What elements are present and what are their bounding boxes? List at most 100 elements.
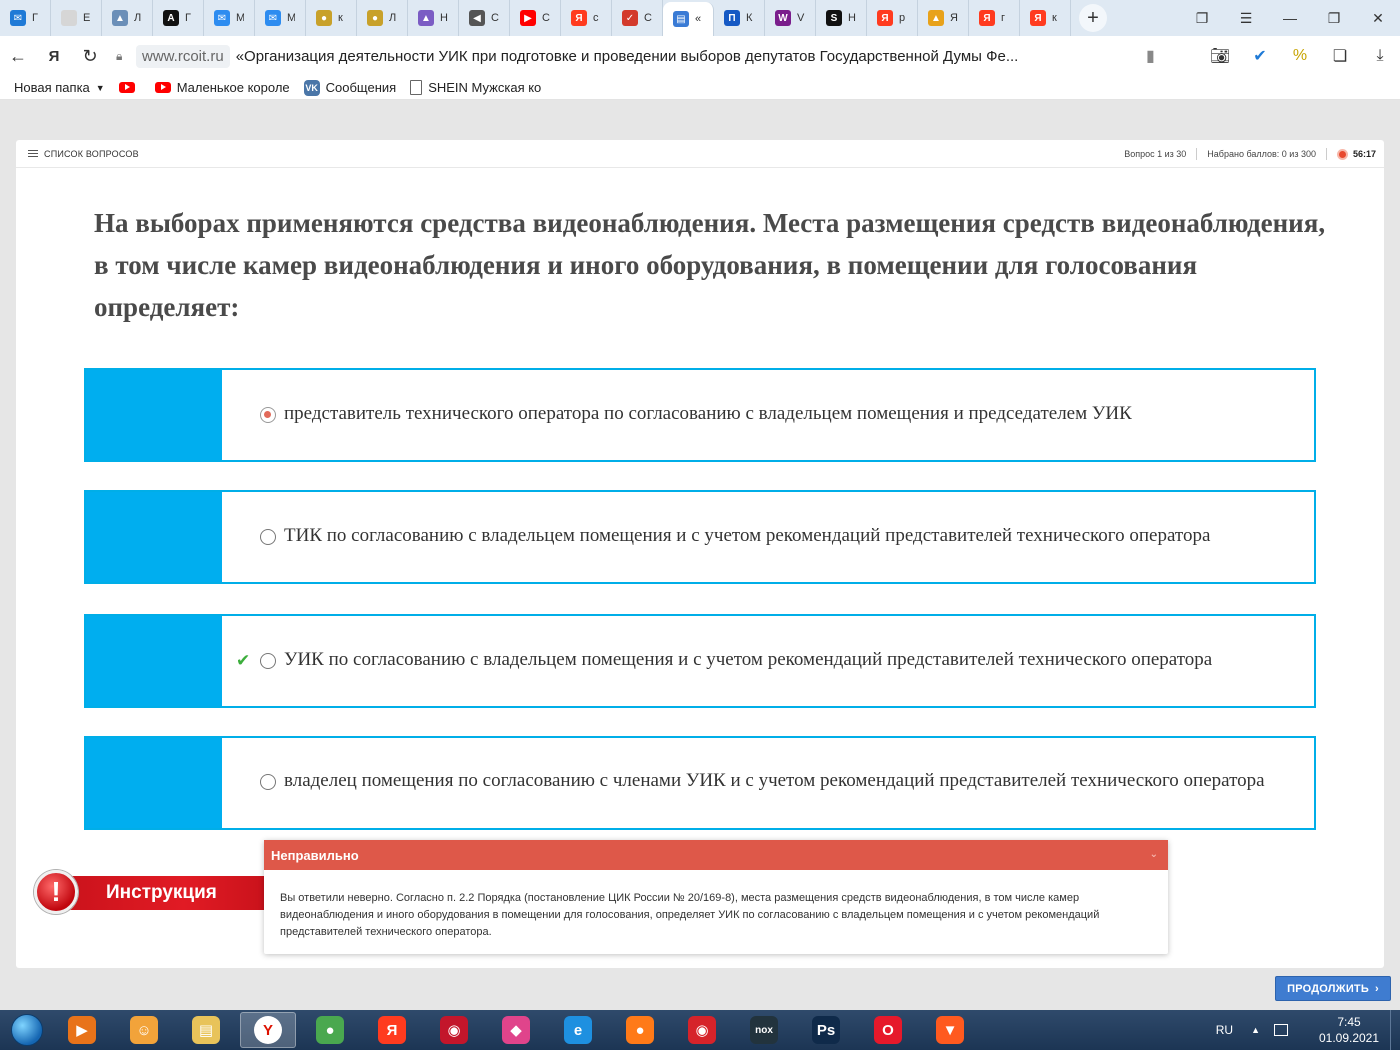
instruction-button[interactable]: Инструкция ! bbox=[34, 870, 268, 914]
questions-list-button[interactable]: СПИСОК ВОПРОСОВ bbox=[28, 149, 139, 159]
image-icon: ▲ bbox=[418, 10, 434, 26]
answer-radio[interactable] bbox=[260, 653, 276, 669]
clock[interactable]: 7:45 01.09.2021 bbox=[1314, 1014, 1384, 1046]
network-icon[interactable] bbox=[1274, 1024, 1288, 1036]
answer-radio[interactable] bbox=[260, 774, 276, 790]
file-explorer-icon: ▤ bbox=[192, 1016, 220, 1044]
menu-icon[interactable]: ☰ bbox=[1224, 10, 1268, 27]
taskbar-app[interactable]: ▼ bbox=[922, 1012, 978, 1048]
back-icon[interactable]: ← bbox=[0, 46, 36, 67]
browser-tab[interactable]: Яр bbox=[867, 0, 918, 36]
yandex-icon: Я bbox=[979, 10, 995, 26]
browser-tab[interactable]: SН bbox=[816, 0, 867, 36]
browser-tab[interactable]: ▲ Л bbox=[102, 0, 153, 36]
bookmark-item[interactable]: Новая папка ▼ bbox=[14, 80, 105, 95]
yandex-logo-icon[interactable]: Я bbox=[36, 48, 72, 65]
browser-tab[interactable]: ✓ С bbox=[612, 0, 663, 36]
taskbar-app[interactable]: ▶ bbox=[54, 1012, 110, 1048]
chevron-right-icon: › bbox=[1374, 982, 1379, 995]
url-field[interactable]: 🔒︎ www.rcoit.ru «Организация деятельност… bbox=[116, 40, 1116, 72]
taskbar-app[interactable]: ▤ bbox=[178, 1012, 234, 1048]
color-wheel-icon: ● bbox=[367, 10, 383, 26]
tab-title: к bbox=[1052, 12, 1057, 24]
answer-option[interactable]: ТИК по согласованию с владельцем помещен… bbox=[84, 490, 1316, 584]
answer-option[interactable]: ✔ УИК по согласованию с владельцем помеще… bbox=[84, 614, 1316, 708]
yandex-icon: Я bbox=[571, 10, 587, 26]
bookmark-item[interactable] bbox=[118, 82, 141, 93]
yandex-icon: Я bbox=[877, 10, 893, 26]
answer-radio[interactable] bbox=[260, 529, 276, 545]
dropdown-arrow-icon: ▼ bbox=[95, 82, 105, 93]
browser-tab[interactable]: WV bbox=[765, 0, 816, 36]
taskbar-app[interactable]: O bbox=[860, 1012, 916, 1048]
bookmark-icon[interactable]: ▮ bbox=[1146, 46, 1155, 66]
bookmark-item[interactable]: SHEIN Мужская ко bbox=[410, 80, 541, 95]
browser-tab[interactable]: Як bbox=[1020, 0, 1071, 36]
taskbar-app[interactable]: Ps bbox=[798, 1012, 854, 1048]
browser-tab[interactable]: ▲ Н bbox=[408, 0, 459, 36]
discount-icon[interactable]: % bbox=[1280, 47, 1320, 65]
tabs-manager-icon[interactable]: ❐ bbox=[1180, 10, 1224, 27]
browser-tab[interactable]: Е bbox=[51, 0, 102, 36]
browser-tab[interactable]: AГ bbox=[153, 0, 204, 36]
browser-tab[interactable]: ▤ « bbox=[663, 2, 714, 36]
restore-icon[interactable]: ❐ bbox=[1312, 10, 1356, 27]
app-icon: ◉ bbox=[440, 1016, 468, 1044]
taskbar-app[interactable]: ● bbox=[302, 1012, 358, 1048]
browser-tab[interactable]: ПК bbox=[714, 0, 765, 36]
bookmark-item[interactable]: Маленькое короле bbox=[154, 80, 290, 95]
show-desktop-button[interactable] bbox=[1390, 1010, 1400, 1050]
browser-tab[interactable]: ▲ Я bbox=[918, 0, 969, 36]
tab-title: С bbox=[644, 12, 652, 24]
close-icon[interactable]: ✕ bbox=[1356, 10, 1400, 27]
taskbar-app[interactable]: Y bbox=[240, 1012, 296, 1048]
taskbar-app[interactable]: ◆ bbox=[488, 1012, 544, 1048]
instruction-label: Инструкция bbox=[106, 882, 217, 903]
bookmark-label: Новая папка bbox=[14, 80, 90, 95]
windows-logo-icon bbox=[11, 1014, 43, 1046]
protect-icon[interactable]: ✔ bbox=[1240, 46, 1280, 66]
question-counter: Вопрос 1 из 30 bbox=[1124, 149, 1187, 159]
tray-expand-icon[interactable]: ▲ bbox=[1251, 1025, 1260, 1035]
taskbar-app[interactable]: ◉ bbox=[674, 1012, 730, 1048]
browser-tab[interactable]: Яг bbox=[969, 0, 1020, 36]
taskbar-app[interactable]: e bbox=[550, 1012, 606, 1048]
chat-icon: ✉ bbox=[265, 10, 281, 26]
camera-icon[interactable]: 📷︎ bbox=[1200, 46, 1240, 66]
browser-tab[interactable]: Яс bbox=[561, 0, 612, 36]
answer-option[interactable]: представитель технического оператора по … bbox=[84, 368, 1316, 462]
divider bbox=[1325, 148, 1327, 160]
chevron-down-icon[interactable]: ⌄ bbox=[1150, 849, 1158, 860]
answer-accent-bar bbox=[86, 492, 222, 582]
minimize-icon[interactable]: — bbox=[1268, 10, 1312, 26]
answer-option[interactable]: владелец помещения по согласованию с чле… bbox=[84, 736, 1316, 830]
browser-tab[interactable]: ✉ М bbox=[204, 0, 255, 36]
taskbar-app[interactable]: Я bbox=[364, 1012, 420, 1048]
feedback-header[interactable]: Неправильно ⌄ bbox=[264, 840, 1168, 870]
download-icon[interactable]: ⤓ bbox=[1360, 47, 1400, 65]
reload-icon[interactable]: ↻ bbox=[72, 46, 108, 67]
taskbar-app[interactable]: nox bbox=[736, 1012, 792, 1048]
continue-button[interactable]: ПРОДОЛЖИТЬ › bbox=[1275, 976, 1391, 1001]
language-indicator[interactable]: RU bbox=[1216, 1023, 1233, 1037]
bookmark-item[interactable]: VK Сообщения bbox=[303, 79, 396, 96]
taskbar-app[interactable]: ☺ bbox=[116, 1012, 172, 1048]
collections-icon[interactable]: ❏ bbox=[1320, 46, 1360, 66]
lock-icon: 🔒︎ bbox=[116, 49, 123, 63]
continue-label: ПРОДОЛЖИТЬ bbox=[1287, 982, 1369, 995]
browser-tab[interactable]: ✉ М bbox=[255, 0, 306, 36]
browser-tab[interactable]: ● Л bbox=[357, 0, 408, 36]
start-button[interactable] bbox=[0, 1010, 54, 1050]
browser-tab-strip: ✉ Г Е ▲ Л A Г ✉ М ✉ М ● к ● Л ▲ Н ◀ С ▶ С Яс ✓ С ▤ «П К W V S Н Яр ▲ Я Яг Я… bbox=[0, 0, 1400, 36]
answer-radio[interactable] bbox=[260, 407, 276, 423]
browser-tab[interactable]: ● к bbox=[306, 0, 357, 36]
browser-tab[interactable]: ▶ С bbox=[510, 0, 561, 36]
tab-title: V bbox=[797, 12, 805, 24]
taskbar-app[interactable]: ● bbox=[612, 1012, 668, 1048]
browser-tab[interactable]: ◀ С bbox=[459, 0, 510, 36]
new-tab-icon[interactable]: + bbox=[1079, 4, 1107, 32]
browser-tab[interactable]: ✉ Г bbox=[0, 0, 51, 36]
quiz-panel: СПИСОК ВОПРОСОВ Вопрос 1 из 30 Набрано б… bbox=[16, 140, 1391, 1001]
taskbar-app[interactable]: ◉ bbox=[426, 1012, 482, 1048]
questions-list-label: СПИСОК ВОПРОСОВ bbox=[44, 148, 139, 159]
